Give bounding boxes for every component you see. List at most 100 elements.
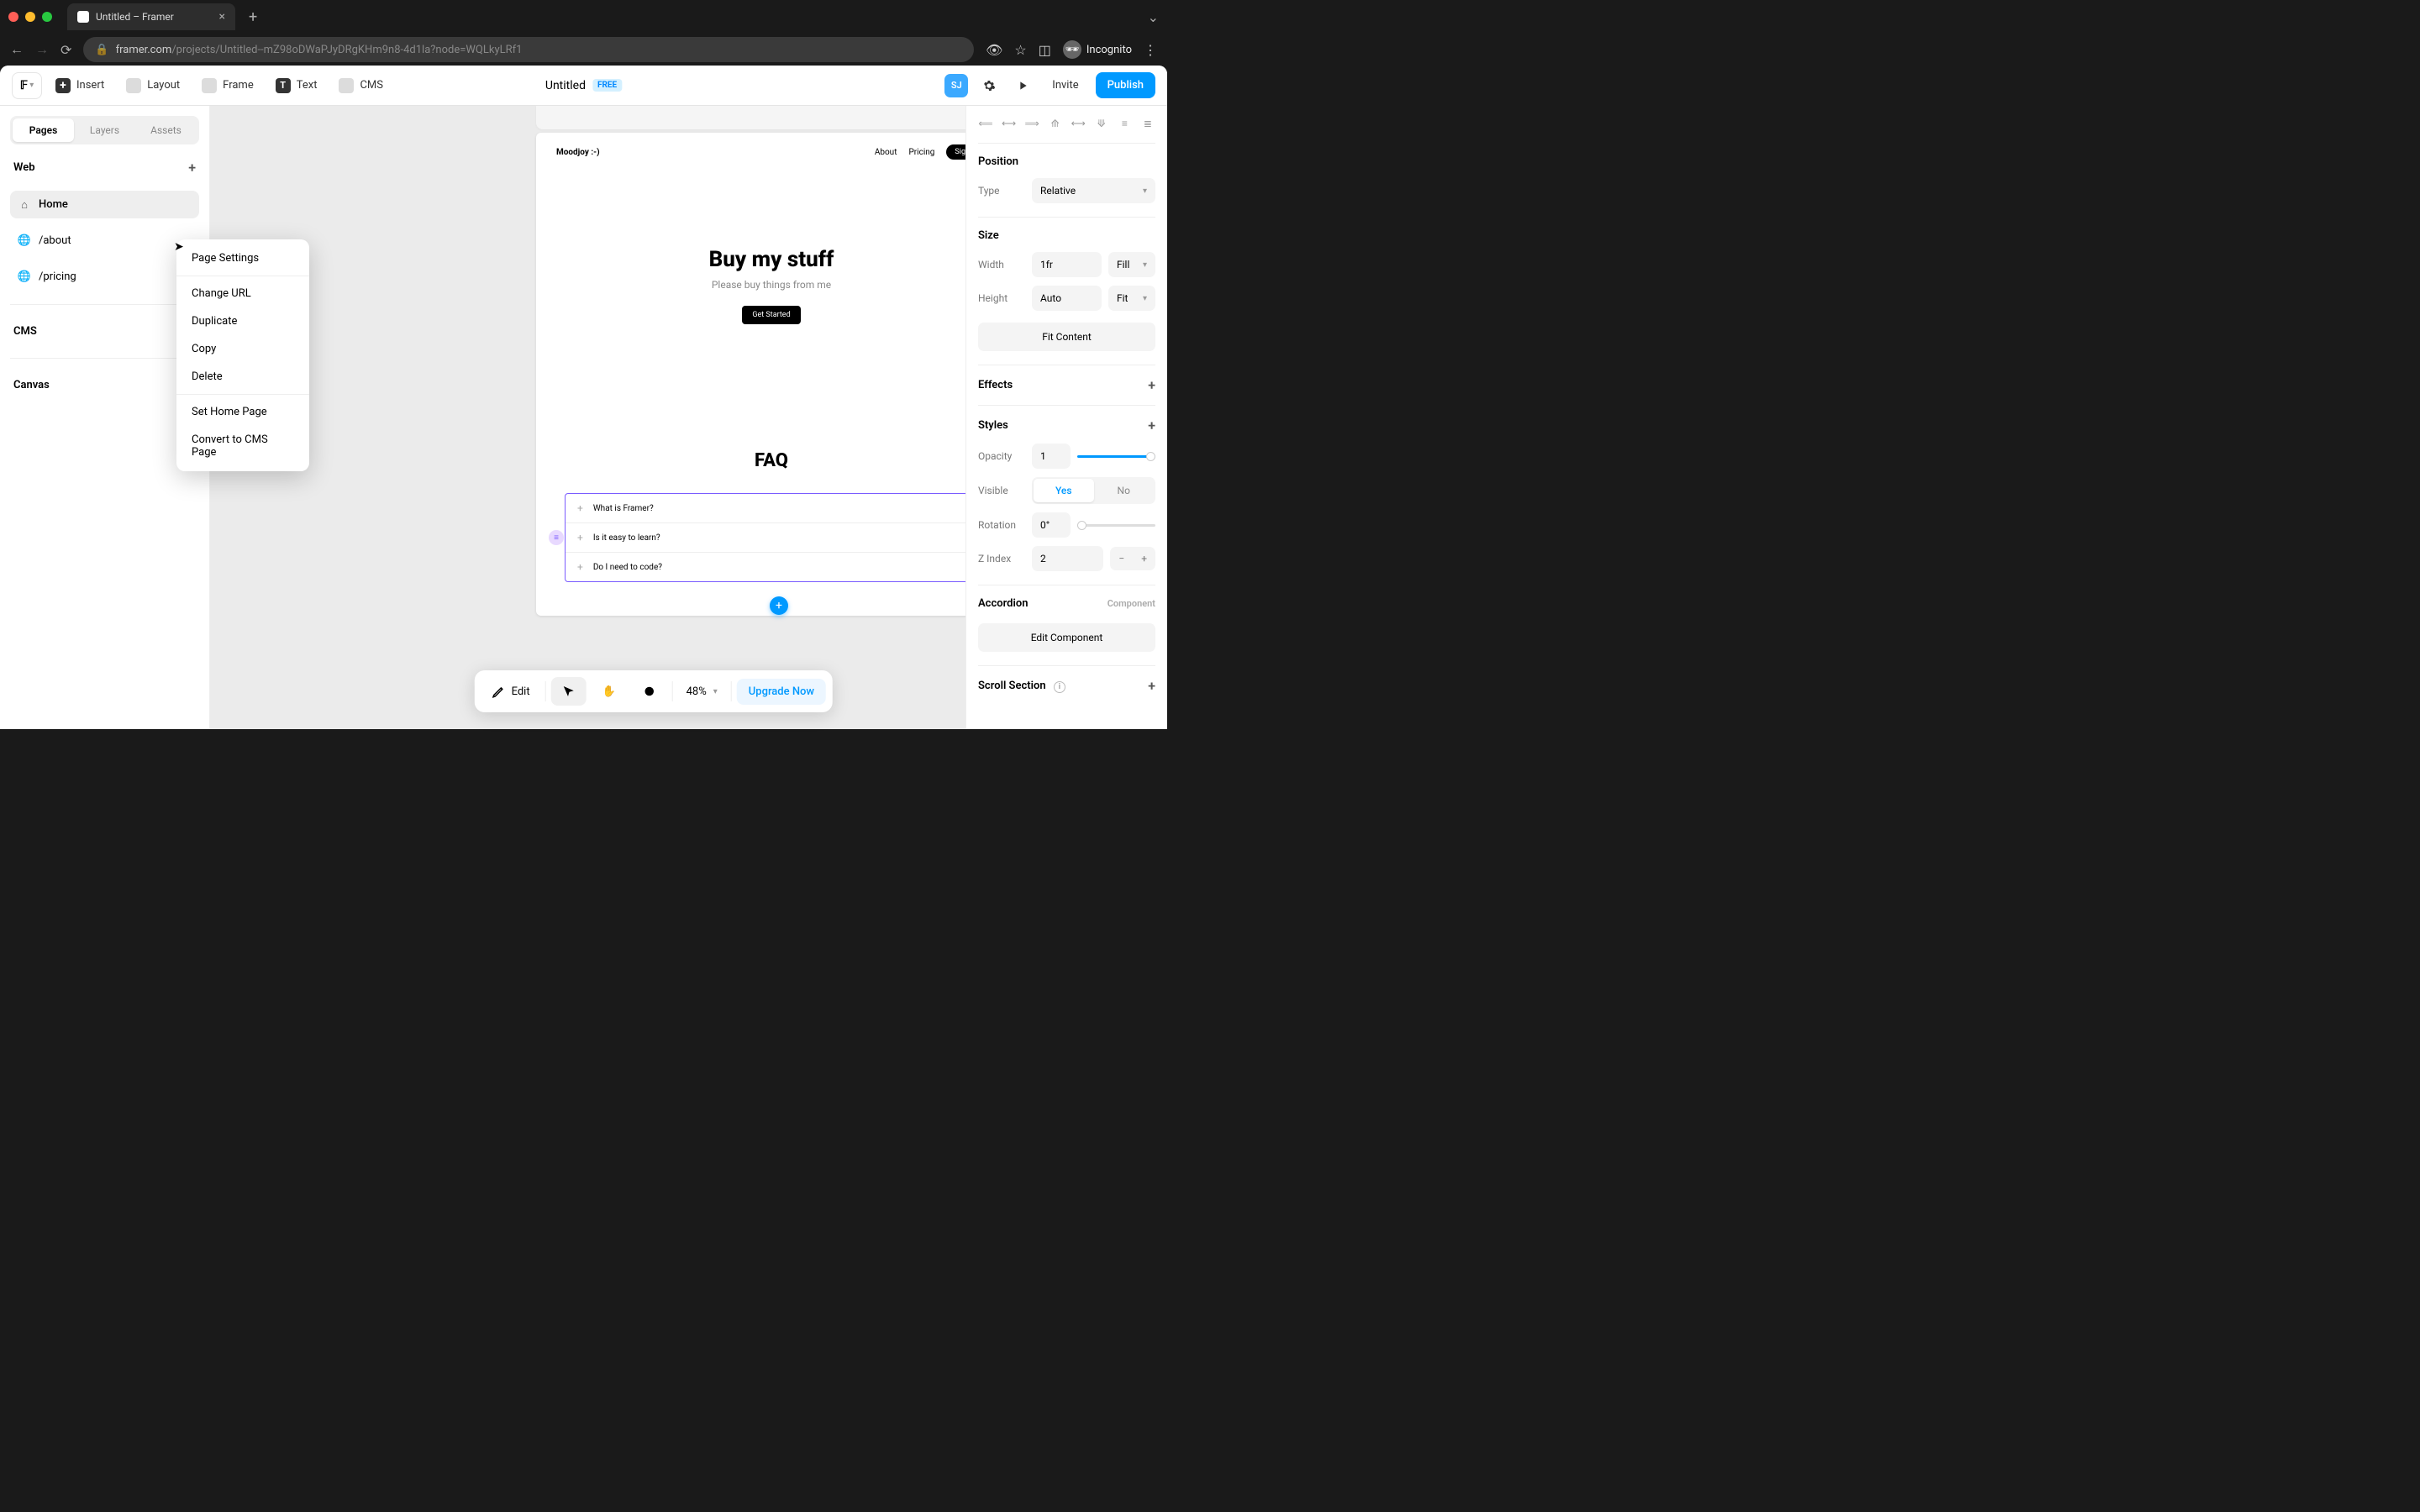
select-tool-button[interactable] [551, 677, 587, 706]
insert-button[interactable]: + Insert [47, 73, 113, 98]
zindex-input[interactable]: 2 [1032, 546, 1103, 571]
document-title[interactable]: Untitled [545, 79, 586, 92]
fit-content-button[interactable]: Fit Content [978, 323, 1155, 351]
kebab-menu-icon[interactable]: ⋮ [1144, 42, 1157, 58]
visible-yes[interactable]: Yes [1034, 479, 1094, 502]
invite-button[interactable]: Invite [1044, 74, 1086, 97]
page-item-about[interactable]: 🌐 /about [10, 227, 199, 255]
zindex-label: Z Index [978, 553, 1025, 564]
alignment-controls: ⟸ ⟷ ⟹ ⟰ ⟷ ⟱ ≡ ≣ [978, 116, 1155, 144]
page-label: /pricing [39, 270, 76, 283]
slider-thumb[interactable] [1077, 521, 1086, 530]
ctx-delete[interactable]: Delete [176, 363, 309, 391]
new-tab-button[interactable]: + [242, 5, 264, 29]
cms-button[interactable]: CMS [330, 73, 392, 98]
text-label: Text [297, 79, 318, 92]
component-label: Component [1107, 598, 1155, 609]
settings-button[interactable] [976, 73, 1002, 98]
ctx-copy[interactable]: Copy [176, 335, 309, 363]
reload-button[interactable]: ⟳ [60, 42, 71, 58]
window-minimize[interactable] [25, 12, 35, 22]
tabs-dropdown-icon[interactable]: ⌄ [1148, 9, 1159, 25]
plus-icon: + [55, 78, 71, 93]
position-type-select[interactable]: Relative ▾ [1032, 178, 1155, 203]
ctx-set-home[interactable]: Set Home Page [176, 398, 309, 426]
add-effect-button[interactable]: + [1148, 377, 1155, 393]
tab-close-icon[interactable]: × [219, 10, 225, 24]
ctx-change-url[interactable]: Change URL [176, 280, 309, 307]
ctx-page-settings[interactable]: Page Settings [176, 244, 309, 272]
width-input[interactable]: 1fr [1032, 252, 1102, 277]
align-left-icon[interactable]: ⟸ [978, 116, 993, 131]
eye-off-icon[interactable]: 👁 [986, 42, 1002, 58]
scroll-section-title: Scroll Section i [978, 680, 1065, 693]
hand-tool-button[interactable]: ✋ [592, 677, 627, 706]
zindex-increment[interactable]: + [1133, 547, 1155, 570]
add-page-button[interactable]: + [188, 160, 196, 176]
bookmark-icon[interactable]: ☆ [1014, 42, 1026, 58]
mock-faq-section: FAQ ≡ + What is Framer? + Is it easy to … [536, 442, 965, 616]
add-scroll-section-button[interactable]: + [1148, 678, 1155, 694]
info-icon[interactable]: i [1054, 681, 1065, 693]
tab-assets[interactable]: Assets [135, 118, 197, 142]
frame-button[interactable]: Frame [193, 73, 262, 98]
preview-button[interactable] [1010, 73, 1035, 98]
align-center-h-icon[interactable]: ⟷ [1002, 116, 1017, 131]
browser-tab[interactable]: Untitled – Framer × [67, 3, 235, 30]
page-item-pricing[interactable]: 🌐 /pricing [10, 263, 199, 291]
forward-button[interactable]: → [35, 41, 49, 58]
publish-button[interactable]: Publish [1096, 72, 1155, 98]
comment-tool-button[interactable] [632, 677, 667, 706]
slider-thumb[interactable] [1146, 452, 1155, 461]
url-field[interactable]: 🔒 framer.com/projects/Untitled--mZ98oDWa… [83, 37, 974, 62]
add-section-button[interactable]: + [770, 596, 788, 615]
add-style-button[interactable]: + [1148, 417, 1155, 433]
upgrade-button[interactable]: Upgrade Now [737, 679, 826, 705]
styles-title: Styles [978, 419, 1008, 432]
extensions-icon[interactable]: ◫ [1039, 42, 1051, 58]
tab-pages[interactable]: Pages [13, 118, 74, 142]
distribute-h-icon[interactable]: ≡ [1117, 116, 1132, 131]
window-zoom[interactable] [42, 12, 52, 22]
align-bottom-icon[interactable]: ⟱ [1094, 116, 1109, 131]
framer-menu-button[interactable]: 𝔽 ▾ [12, 72, 42, 99]
text-button[interactable]: T Text [267, 73, 326, 98]
rotation-slider[interactable] [1077, 524, 1155, 527]
ctx-duplicate[interactable]: Duplicate [176, 307, 309, 335]
accordion-component[interactable]: ≡ + What is Framer? + Is it easy to lear… [565, 493, 965, 582]
user-avatar[interactable]: SJ [944, 74, 968, 97]
page-label: /about [39, 234, 71, 247]
hero-cta-button: Get Started [742, 306, 800, 324]
align-right-icon[interactable]: ⟹ [1024, 116, 1039, 131]
ctx-convert-cms[interactable]: Convert to CMS Page [176, 426, 309, 466]
window-close[interactable] [8, 12, 18, 22]
distribute-v-icon[interactable]: ≣ [1140, 116, 1155, 131]
visible-no[interactable]: No [1094, 479, 1155, 502]
floating-toolbar: Edit ✋ 48% ▾ Upgrade Now [475, 670, 834, 712]
address-bar-icons: 👁 ☆ ◫ 🕶 Incognito ⋮ [986, 40, 1157, 59]
height-input[interactable]: Auto [1032, 286, 1102, 311]
stack-badge-icon[interactable]: ≡ [549, 530, 564, 545]
zoom-display[interactable]: 48% ▾ [678, 679, 726, 705]
hero-title: Buy my stuff [553, 247, 965, 272]
width-mode-select[interactable]: Fill▾ [1108, 252, 1155, 277]
rotation-input[interactable]: 0° [1032, 512, 1071, 538]
back-button[interactable]: ← [10, 41, 24, 58]
layout-button[interactable]: Layout [118, 73, 188, 98]
text-icon: T [276, 78, 291, 93]
align-center-v-icon[interactable]: ⟷ [1071, 116, 1086, 131]
page-frame[interactable]: Moodjoy :-) About Pricing Signup Buy my … [536, 133, 965, 616]
canvas[interactable]: Moodjoy :-) About Pricing Signup Buy my … [210, 106, 965, 729]
tab-layers[interactable]: Layers [74, 118, 135, 142]
opacity-input[interactable]: 1 [1032, 444, 1071, 469]
edit-component-button[interactable]: Edit Component [978, 623, 1155, 652]
layout-label: Layout [147, 79, 180, 92]
incognito-badge[interactable]: 🕶 Incognito [1063, 40, 1132, 59]
page-item-home[interactable]: ⌂ Home [10, 191, 199, 218]
chevron-down-icon: ▾ [1143, 186, 1147, 196]
opacity-slider[interactable] [1077, 455, 1155, 458]
zindex-decrement[interactable]: − [1110, 547, 1133, 570]
edit-mode-button[interactable]: Edit [481, 677, 540, 706]
align-top-icon[interactable]: ⟰ [1048, 116, 1063, 131]
height-mode-select[interactable]: Fit▾ [1108, 286, 1155, 311]
